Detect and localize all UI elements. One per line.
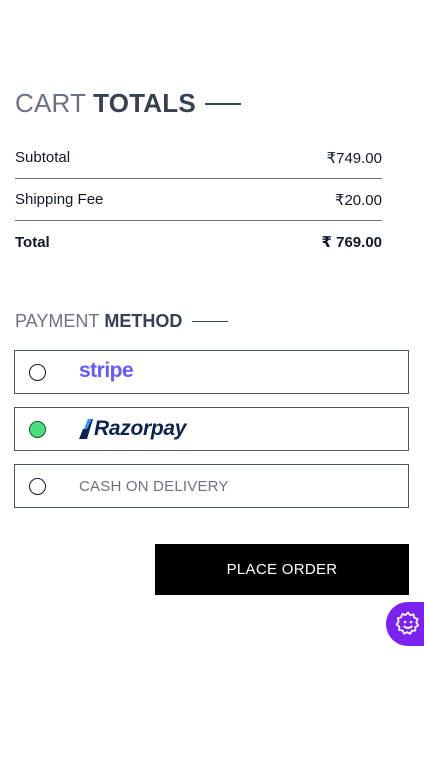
cod-label: CASH ON DELIVERY [79, 477, 229, 495]
total-label: Total [15, 233, 50, 251]
payment-method-title: PAYMENT METHOD [15, 311, 229, 332]
razorpay-radio[interactable] [29, 420, 46, 438]
subtotal-label: Subtotal [15, 149, 71, 166]
stripe-logo: stripe [79, 359, 134, 382]
shipping-fee-label: Shipping Fee [15, 191, 104, 208]
cart-totals-title-light: CART [15, 88, 87, 118]
payment-option-cod[interactable]: CASH ON DELIVERY [14, 464, 409, 508]
payment-option-razorpay[interactable]: Razorpay [14, 407, 409, 451]
subtotal-value: ₹749.00 [326, 149, 382, 167]
payment-method-title-light: PAYMENT [15, 311, 100, 331]
cod-radio[interactable] [29, 477, 46, 495]
subtotal-row: Subtotal ₹749.00 [15, 137, 382, 179]
gear-smile-icon [395, 611, 420, 635]
place-order-button[interactable]: PLACE ORDER [155, 544, 409, 595]
total-value: ₹ 769.00 [321, 234, 382, 251]
stripe-radio[interactable] [29, 363, 46, 381]
razorpay-wordmark: Razorpay [94, 417, 187, 440]
payment-method-title-bold: METHOD [104, 311, 183, 331]
shipping-fee-row: Shipping Fee ₹20.00 [15, 179, 382, 221]
title-divider-line [192, 320, 229, 323]
cart-totals-title-bold: TOTALS [93, 88, 196, 118]
cart-totals-title: CART TOTALS [15, 88, 241, 119]
checkout-page: CART TOTALS Subtotal ₹749.00 Shipping Fe… [0, 0, 424, 759]
razorpay-mark-icon [79, 419, 93, 439]
total-row: Total ₹ 769.00 [15, 221, 382, 263]
payment-option-stripe[interactable]: stripe [14, 350, 409, 394]
cart-totals-table: Subtotal ₹749.00 Shipping Fee ₹20.00 Tot… [15, 137, 382, 263]
settings-floating-button[interactable] [386, 602, 424, 646]
shipping-fee-value: ₹20.00 [334, 191, 382, 209]
razorpay-logo: Razorpay [79, 417, 186, 441]
title-divider-line [204, 102, 241, 105]
